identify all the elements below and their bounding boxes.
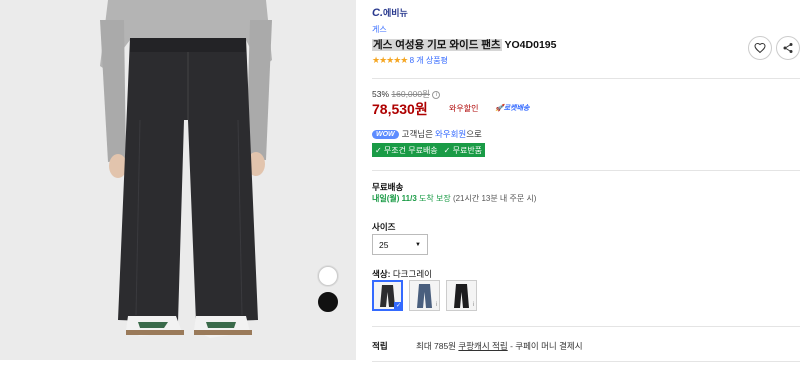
divider bbox=[372, 361, 800, 362]
member-link[interactable]: 와우회원 bbox=[435, 128, 466, 140]
price-tag: 와우할인 bbox=[449, 104, 479, 113]
info-icon: i bbox=[435, 302, 437, 308]
swatch-black[interactable] bbox=[318, 292, 338, 312]
free-return-tag: ✓ 무료반품 bbox=[440, 143, 486, 157]
color-label: 색상: 다크그레이 bbox=[372, 269, 432, 279]
earn-info: 최대 785원 쿠팡캐시 적립 - 쿠페이 머니 결제시 bbox=[416, 341, 583, 351]
earn-label: 적립 bbox=[372, 341, 388, 351]
swatch-white[interactable] bbox=[318, 266, 338, 286]
caret-down-icon: ▼ bbox=[415, 241, 421, 248]
free-service-tags: ✓ 무조건 무료배송 ✓ 무료반품 bbox=[372, 143, 486, 157]
color-options: ✓ i i bbox=[372, 280, 483, 311]
star-icon: ★★★★★ bbox=[372, 55, 408, 65]
color-swatches bbox=[318, 266, 342, 318]
divider bbox=[372, 326, 800, 327]
color-option-blue[interactable]: i bbox=[409, 280, 440, 311]
product-image[interactable] bbox=[0, 0, 356, 360]
share-button[interactable] bbox=[776, 36, 800, 60]
check-icon: ✓ bbox=[394, 302, 403, 311]
size-select[interactable]: 25 ▼ bbox=[372, 234, 428, 255]
shipping-label: 무료배송 bbox=[372, 182, 404, 192]
size-label: 사이즈 bbox=[372, 222, 396, 232]
rating[interactable]: ★★★★★ 8 개 상품평 bbox=[372, 55, 448, 66]
wow-membership: WOW 고객님은 와우회원 으로 bbox=[372, 128, 482, 140]
sale-price: 78,530원 bbox=[372, 101, 428, 117]
free-shipping-tag: ✓ 무조건 무료배송 bbox=[372, 143, 441, 157]
wishlist-button[interactable] bbox=[748, 36, 772, 60]
store-link[interactable]: 게스 bbox=[372, 24, 387, 35]
info-icon[interactable]: i bbox=[432, 90, 441, 99]
divider bbox=[372, 170, 800, 171]
wow-badge: WOW bbox=[372, 129, 399, 139]
delivery-estimate: 내일(월) 11/3 도착 보장 (21시간 13분 내 주문 시) bbox=[372, 194, 537, 203]
review-count[interactable]: 8 개 상품평 bbox=[410, 56, 448, 65]
rocket-delivery-badge: 🚀로켓배송 bbox=[495, 105, 530, 112]
divider bbox=[372, 78, 800, 79]
heart-icon bbox=[754, 42, 766, 54]
info-icon: i bbox=[472, 302, 474, 308]
product-title: 게스 여성용 기모 와이드 팬츠 YO4D0195 bbox=[372, 39, 557, 51]
color-option-black[interactable]: i bbox=[446, 280, 477, 311]
share-icon bbox=[783, 43, 793, 53]
color-option-darkgrey[interactable]: ✓ bbox=[372, 280, 403, 311]
avenue-logo[interactable]: C.에비뉴 bbox=[372, 6, 408, 19]
coupang-cash-link[interactable]: 쿠팡캐시 적립 bbox=[458, 341, 507, 351]
product-info: C.에비뉴 게스 게스 여성용 기모 와이드 팬츠 YO4D0195 ★★★★★… bbox=[372, 0, 800, 372]
